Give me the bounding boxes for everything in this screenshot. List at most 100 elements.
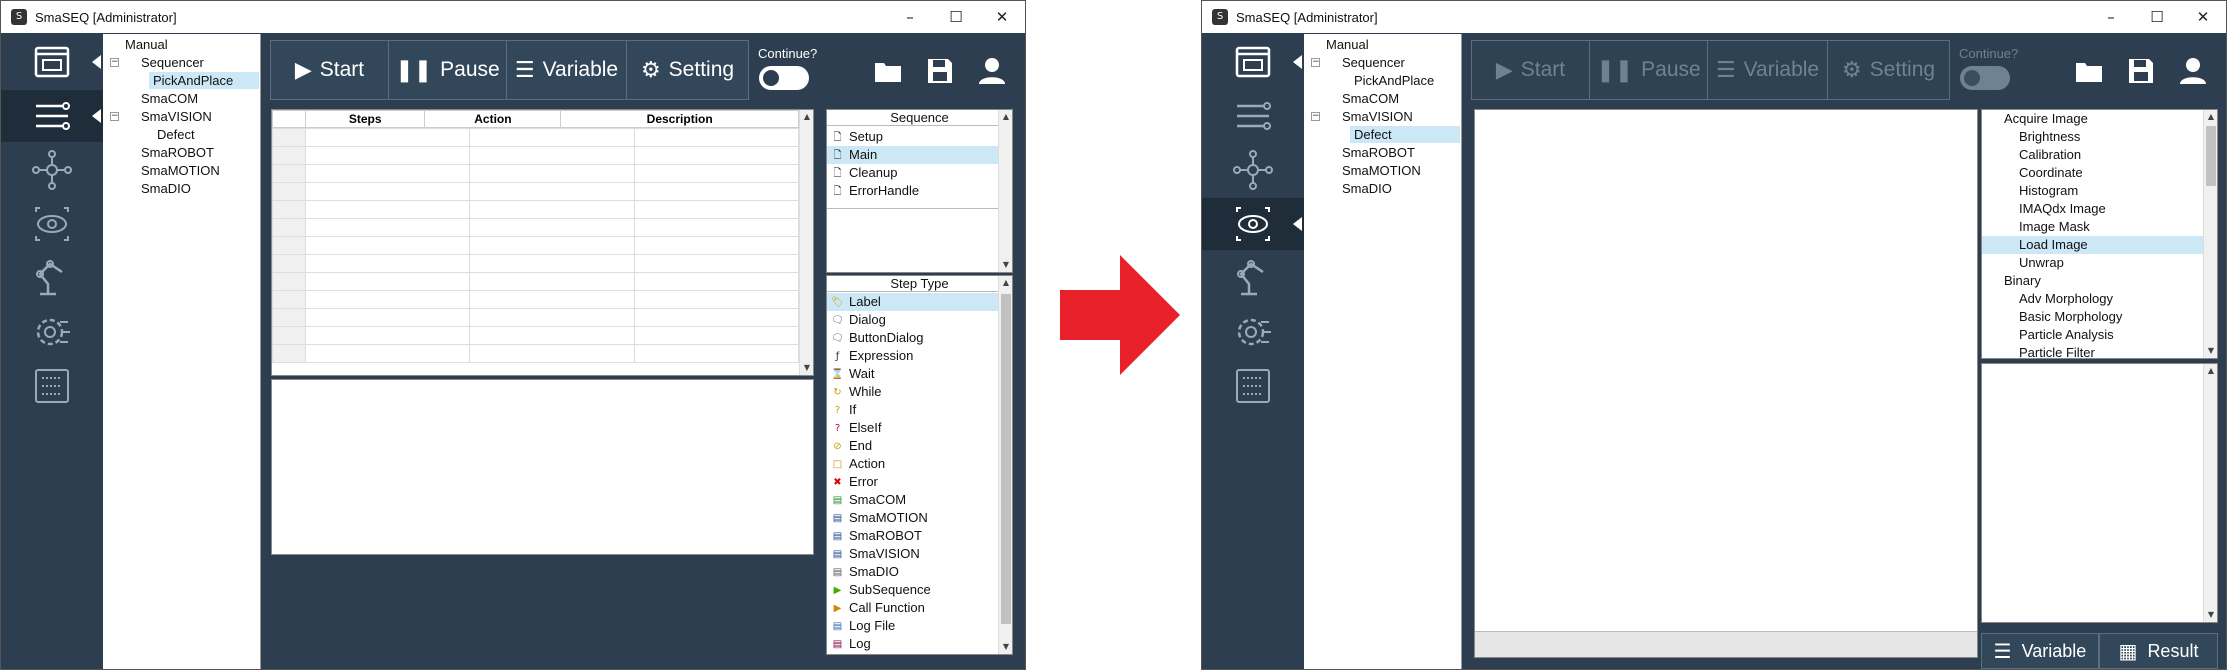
nav-dio[interactable] [1202, 360, 1304, 412]
grid-scrollbar[interactable]: ▲ ▼ [799, 110, 813, 375]
cell-action[interactable] [469, 290, 635, 309]
collapse-icon[interactable]: − [110, 58, 119, 67]
nav-robot[interactable] [1202, 252, 1304, 304]
row-header[interactable] [272, 272, 306, 291]
user-icon[interactable] [977, 56, 1007, 86]
cell-description[interactable] [633, 308, 800, 327]
nav-manual[interactable] [1, 36, 103, 88]
vision-group[interactable]: Binary [1982, 272, 2203, 290]
table-row[interactable] [272, 236, 813, 255]
cell-action[interactable] [469, 308, 635, 327]
row-header[interactable] [272, 164, 306, 183]
start-button[interactable]: ▶ Start [271, 41, 389, 99]
nav-dio[interactable] [1, 360, 103, 412]
maximize-icon[interactable]: ☐ [933, 8, 979, 26]
steptype-item[interactable]: ƒ Expression [827, 347, 998, 365]
cell-steps[interactable] [304, 308, 471, 327]
setting-button[interactable]: ⚙ Setting [627, 41, 748, 99]
cell-description[interactable] [633, 218, 800, 237]
cell-steps[interactable] [304, 200, 471, 219]
cell-action[interactable] [469, 272, 635, 291]
cell-steps[interactable] [304, 128, 471, 147]
tree-node-smacom[interactable]: SmaCOM [1338, 90, 1403, 107]
cell-description[interactable] [633, 182, 800, 201]
scroll-up-icon[interactable]: ▲ [999, 276, 1012, 290]
steptype-item[interactable]: ✖ Error [827, 473, 998, 491]
row-header[interactable] [272, 254, 306, 273]
sequence-item[interactable]: 🗋 Cleanup [827, 164, 998, 182]
tree-node-manual[interactable]: Manual [121, 36, 172, 53]
cell-description[interactable] [633, 236, 800, 255]
cell-action[interactable] [469, 326, 635, 345]
table-row[interactable] [272, 128, 813, 147]
steptype-item[interactable]: ? If [827, 401, 998, 419]
nav-network[interactable] [1, 144, 103, 196]
table-row[interactable] [272, 200, 813, 219]
steptype-item[interactable]: ▤ SmaCOM [827, 491, 998, 509]
vision-function-item[interactable]: Basic Morphology [1982, 308, 2203, 326]
nav-sequencer[interactable] [1, 90, 103, 142]
row-header[interactable] [272, 218, 306, 237]
steptype-item[interactable]: ▤ Log File [827, 617, 998, 635]
cell-action[interactable] [469, 164, 635, 183]
cell-steps[interactable] [304, 182, 471, 201]
save-icon[interactable] [925, 56, 955, 86]
collapse-icon[interactable]: − [1311, 58, 1320, 67]
cell-steps[interactable] [304, 290, 471, 309]
cell-steps[interactable] [304, 164, 471, 183]
table-row[interactable] [272, 290, 813, 309]
steptype-item[interactable]: ↻ While [827, 383, 998, 401]
nav-vision[interactable] [1202, 198, 1304, 250]
pause-button[interactable]: ❚❚ Pause [389, 41, 507, 99]
collapse-icon[interactable]: − [110, 112, 119, 121]
open-folder-icon[interactable] [2074, 56, 2104, 86]
cell-action[interactable] [469, 344, 635, 363]
column-header-steps[interactable]: Steps [304, 110, 426, 128]
table-row[interactable] [272, 344, 813, 363]
vision-function-item[interactable]: Brightness [1982, 128, 2203, 146]
nav-vision[interactable] [1, 198, 103, 250]
open-folder-icon[interactable] [873, 56, 903, 86]
nav-motion[interactable] [1, 306, 103, 358]
table-row[interactable] [272, 182, 813, 201]
cell-steps[interactable] [304, 326, 471, 345]
cell-description[interactable] [633, 326, 800, 345]
cell-action[interactable] [469, 200, 635, 219]
cell-action[interactable] [469, 128, 635, 147]
table-row[interactable] [272, 218, 813, 237]
close-icon[interactable]: ✕ [979, 8, 1025, 26]
scroll-thumb[interactable] [1001, 294, 1011, 624]
variable-button[interactable]: ☰ Variable [507, 41, 627, 99]
table-row[interactable] [272, 164, 813, 183]
steptype-item[interactable]: ▤ Log [827, 635, 998, 653]
close-icon[interactable]: ✕ [2180, 8, 2226, 26]
property-scrollbar[interactable]: ▲ ▼ [2203, 364, 2217, 622]
cell-steps[interactable] [304, 218, 471, 237]
vision-function-item[interactable]: Adv Morphology [1982, 290, 2203, 308]
vision-function-item[interactable]: Load Image [1982, 236, 2203, 254]
steptype-item[interactable]: □ Action [827, 455, 998, 473]
vision-scrollbar[interactable]: ▲ ▼ [2203, 110, 2217, 358]
nav-manual[interactable] [1202, 36, 1304, 88]
tree-node-manual[interactable]: Manual [1322, 36, 1373, 53]
pause-button[interactable]: ❚❚ Pause [1590, 41, 1708, 99]
vision-function-item[interactable]: Particle Analysis [1982, 326, 2203, 344]
cell-steps[interactable] [304, 272, 471, 291]
cell-description[interactable] [633, 272, 800, 291]
tree-node-defect[interactable]: Defect [153, 126, 199, 143]
image-viewer[interactable] [1474, 109, 1978, 658]
steptype-item[interactable]: ▶ SubSequence [827, 581, 998, 599]
vision-function-item[interactable]: IMAQdx Image [1982, 200, 2203, 218]
user-icon[interactable] [2178, 56, 2208, 86]
tree-node-smadio[interactable]: SmaDIO [137, 180, 195, 197]
scroll-up-icon[interactable]: ▲ [800, 110, 814, 124]
maximize-icon[interactable]: ☐ [2134, 8, 2180, 26]
cell-steps[interactable] [304, 146, 471, 165]
vision-group[interactable]: Acquire Image [1982, 110, 2203, 128]
steptype-item[interactable]: ▤ SmaDIO [827, 563, 998, 581]
steptype-item[interactable]: ? ElseIf [827, 419, 998, 437]
tree-node-smavision[interactable]: SmaVISION [1338, 108, 1417, 125]
tree-node-pickandplace[interactable]: PickAndPlace [149, 72, 259, 89]
table-row[interactable] [272, 146, 813, 165]
cell-description[interactable] [633, 254, 800, 273]
